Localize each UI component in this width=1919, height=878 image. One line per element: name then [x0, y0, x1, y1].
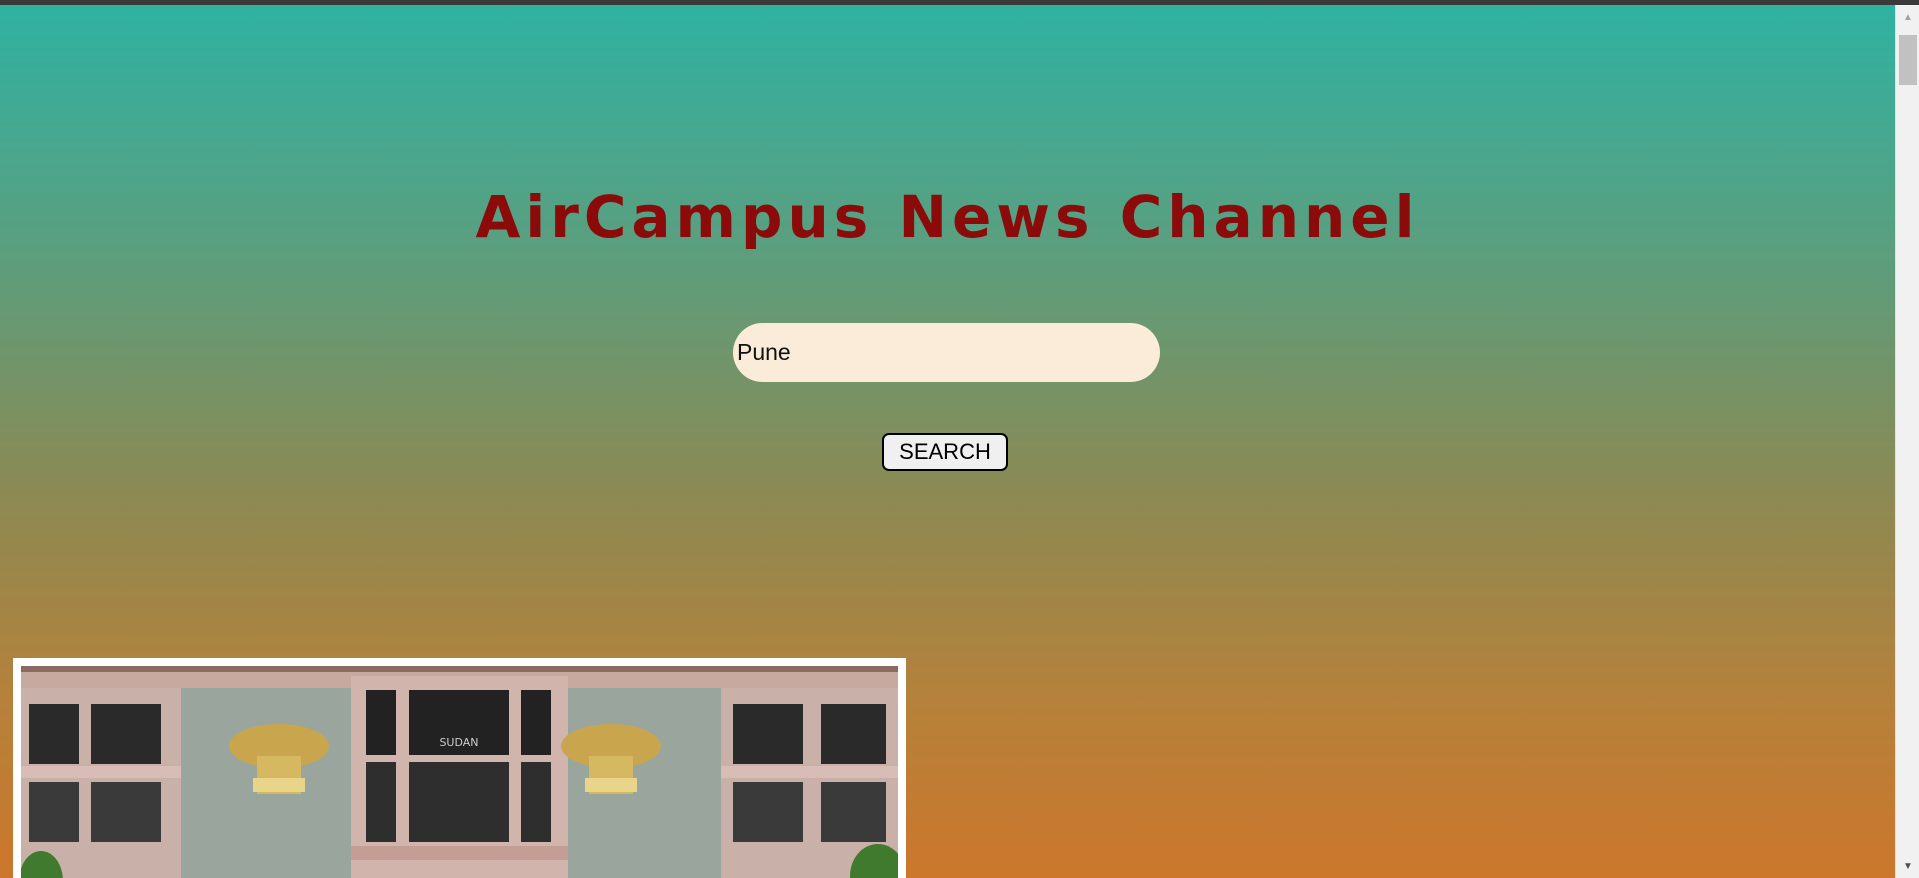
scroll-up-icon[interactable]: ▲ — [1896, 5, 1919, 29]
page-viewport: AirCampus News Channel SEARCH — [0, 5, 1895, 878]
news-image[interactable]: SUDAN — [21, 666, 898, 878]
search-button[interactable]: SEARCH — [882, 433, 1008, 471]
page-title: AirCampus News Channel — [475, 183, 1420, 251]
building-sign-text: SUDAN — [439, 736, 478, 749]
search-input[interactable] — [733, 323, 1160, 382]
news-card[interactable]: SUDAN — [13, 658, 906, 878]
vertical-scrollbar[interactable]: ▲ ▼ — [1895, 5, 1919, 878]
scroll-thumb[interactable] — [1899, 35, 1917, 85]
scroll-down-icon[interactable]: ▼ — [1896, 854, 1919, 878]
